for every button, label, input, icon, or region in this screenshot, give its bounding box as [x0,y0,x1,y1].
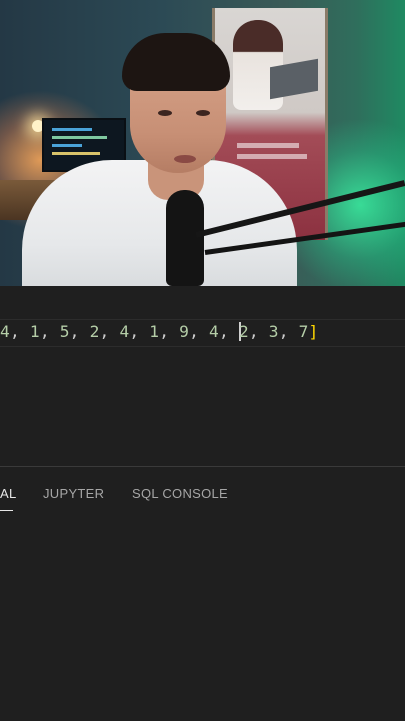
banner-text-line [237,143,299,148]
bottom-panel: AL JUPYTER SQL CONSOLE [0,466,405,721]
code-number-token: 4 [0,322,10,341]
code-number-token: 5 [59,322,70,341]
webcam-video [0,0,405,286]
tab-terminal[interactable]: AL [0,486,17,501]
active-tab-indicator [0,510,13,511]
code-number-token: 4 [209,322,219,341]
code-number-token: 2 [238,322,249,341]
code-punctuation-token: , [9,322,30,341]
code-number-token: 7 [298,322,309,341]
code-punctuation-token: , [129,322,150,341]
person-eye [196,110,210,116]
tab-sql-console[interactable]: SQL CONSOLE [132,486,228,501]
code-line-text[interactable]: 4, 1, 5, 2, 4, 1, 9, 4, 2, 3, 7] [0,322,319,341]
code-number-token: 2 [89,322,100,341]
code-number-token: 9 [179,322,190,341]
code-line-current[interactable]: 4, 1, 5, 2, 4, 1, 9, 4, 2, 3, 7] [0,319,405,347]
code-punctuation-token: , [39,322,60,341]
code-punctuation-token: , [218,322,239,341]
code-number-token: 1 [29,322,40,341]
monitor-code-line [52,128,92,131]
code-number-token: 3 [268,322,279,341]
code-punctuation-token: , [248,322,269,341]
panel-tab-bar: AL JUPYTER SQL CONSOLE [0,467,405,511]
tab-jupyter[interactable]: JUPYTER [43,486,104,501]
code-punctuation-token: , [99,322,120,341]
person-eye [158,110,172,116]
code-number-token: 4 [119,322,130,341]
code-punctuation-token: , [159,322,180,341]
monitor-code-line [52,136,107,139]
code-number-token: 1 [149,322,160,341]
code-bracket-token: ] [308,322,319,341]
monitor-code-line [52,144,82,147]
code-editor[interactable]: 4, 1, 5, 2, 4, 1, 9, 4, 2, 3, 7] [0,286,405,466]
code-punctuation-token: , [278,322,299,341]
person-hair [122,33,230,91]
code-punctuation-token: , [69,322,90,341]
person-mouth [174,155,196,163]
monitor-code-line [52,152,100,155]
microphone [166,190,204,286]
code-punctuation-token: , [189,322,210,341]
banner-text-line [237,154,307,159]
banner-laptop-image [270,58,318,100]
